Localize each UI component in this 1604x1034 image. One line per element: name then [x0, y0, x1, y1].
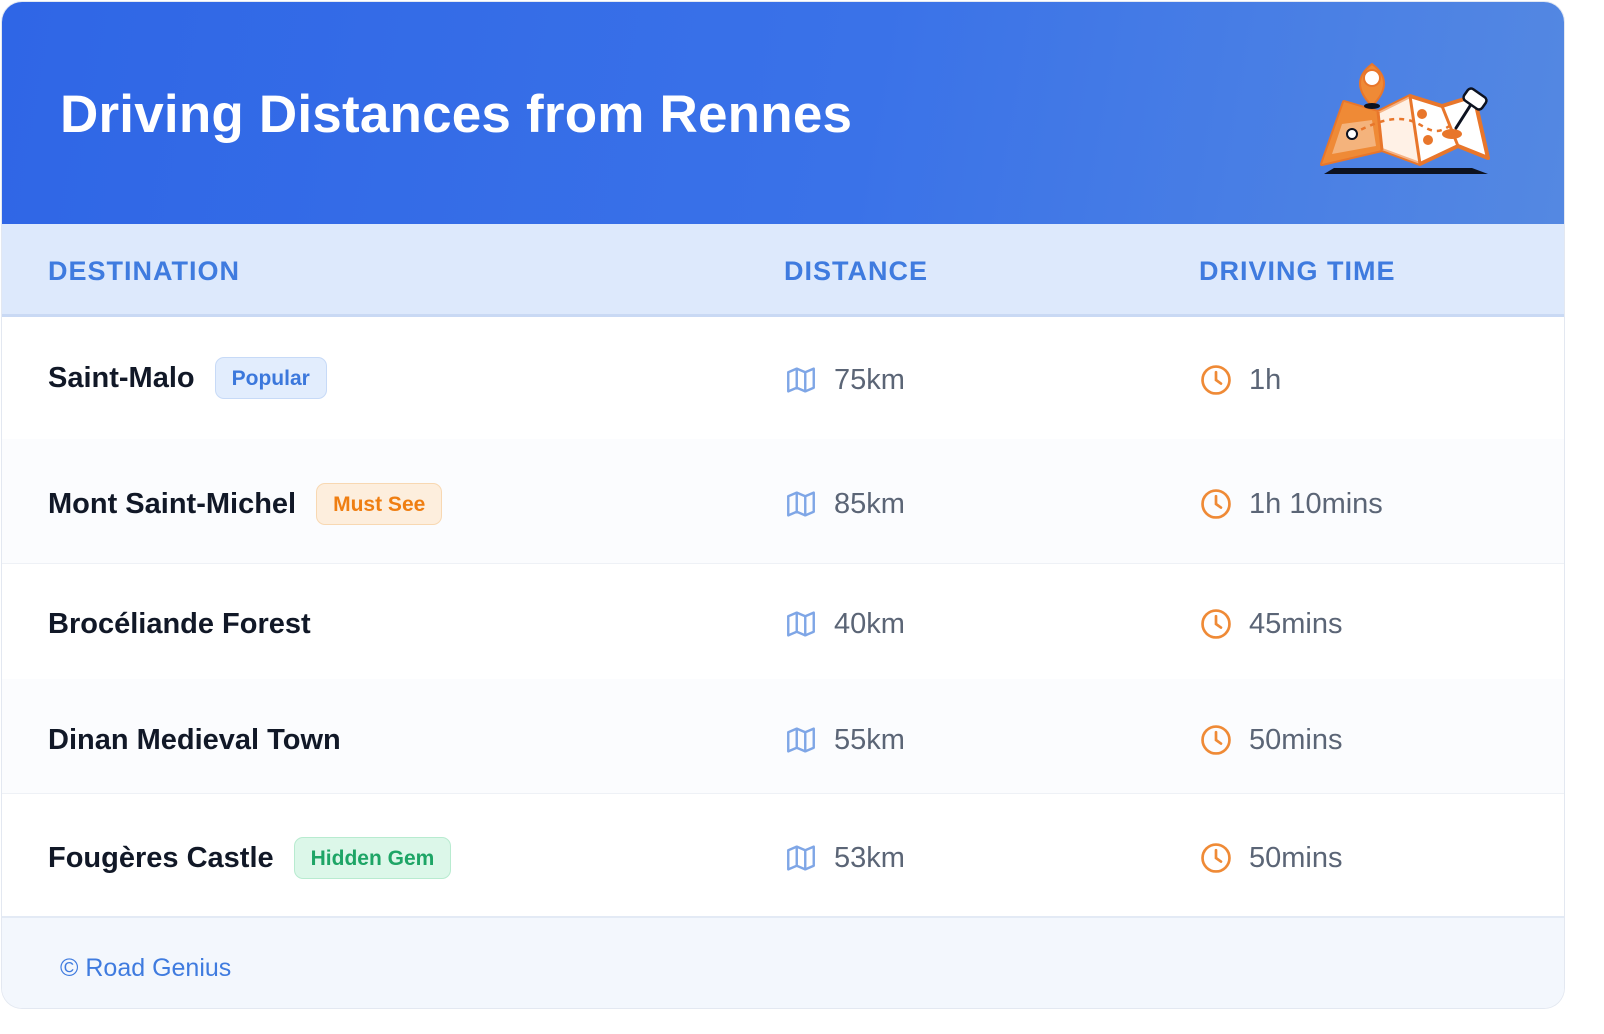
destination-cell: Fougères Castle Hidden Gem [48, 835, 452, 881]
destination-name: Mont Saint-Michel [48, 487, 297, 520]
clock-icon [1201, 365, 1231, 395]
card-header: Driving Distances from Rennes [2, 2, 1564, 224]
destination-cell: Mont Saint-Michel Must See [48, 481, 443, 527]
destination-name: Brocéliande Forest [48, 607, 311, 640]
destination-name: Saint-Malo [48, 361, 195, 394]
distance-value: 55km [834, 723, 905, 756]
table-header-row: DESTINATION DISTANCE DRIVING TIME [2, 224, 1564, 317]
destination-cell: Saint-Malo Popular [48, 355, 327, 401]
destination-cell: Dinan Medieval Town [48, 717, 341, 763]
driving-time-cell: 50mins [1199, 835, 1343, 881]
page-title: Driving Distances from Rennes [60, 85, 853, 144]
map-icon [787, 367, 815, 393]
driving-time-cell: 1h [1199, 357, 1281, 403]
map-icon [787, 845, 815, 871]
driving-time-cell: 1h 10mins [1199, 481, 1383, 527]
column-header-driving-time: DRIVING TIME [1199, 256, 1396, 286]
driving-time-value: 1h [1249, 363, 1282, 396]
distance-cell: 55km [784, 717, 905, 763]
distance-value: 53km [834, 841, 905, 874]
map-icon [787, 491, 815, 517]
must-see-badge: Must See [316, 483, 443, 525]
driving-time-value: 50mins [1249, 723, 1343, 756]
driving-time-value: 50mins [1249, 841, 1343, 874]
distance-value: 85km [834, 487, 905, 520]
map-icon [787, 727, 815, 753]
table-row: Saint-Malo Popular 75km 1h [2, 317, 1564, 440]
driving-time-cell: 50mins [1199, 717, 1343, 763]
column-header-destination: DESTINATION [48, 256, 240, 286]
destination-name: Dinan Medieval Town [48, 723, 341, 756]
map-pin-illustration [1320, 62, 1490, 174]
destination-name: Fougères Castle [48, 841, 274, 874]
table-row: Mont Saint-Michel Must See 85km 1h 10min… [2, 439, 1564, 564]
footer-credit: © Road Genius [60, 954, 232, 982]
driving-time-value: 1h 10mins [1249, 487, 1383, 520]
distance-value: 75km [834, 363, 905, 396]
distance-cell: 85km [784, 481, 905, 527]
card-footer: © Road Genius [2, 916, 1564, 1008]
driving-time-cell: 45mins [1199, 601, 1343, 647]
clock-icon [1201, 489, 1231, 519]
distance-cell: 40km [784, 601, 905, 647]
driving-time-value: 45mins [1249, 607, 1343, 640]
table-row: Brocéliande Forest 40km 45mins [2, 563, 1564, 680]
clock-icon [1201, 725, 1231, 755]
table-row: Fougères Castle Hidden Gem 53km 50mins [2, 793, 1564, 916]
distance-value: 40km [834, 607, 905, 640]
distance-cell: 53km [784, 835, 905, 881]
clock-icon [1201, 843, 1231, 873]
map-icon [787, 611, 815, 637]
column-header-distance: DISTANCE [784, 256, 929, 286]
destination-cell: Brocéliande Forest [48, 601, 311, 647]
table-row: Dinan Medieval Town 55km 50mins [2, 679, 1564, 794]
hidden-gem-badge: Hidden Gem [293, 837, 452, 879]
distance-card: Driving Distances from Rennes DESTINATIO… [2, 2, 1564, 1008]
clock-icon [1201, 609, 1231, 639]
distance-cell: 75km [784, 357, 905, 403]
popular-badge: Popular [214, 357, 327, 399]
